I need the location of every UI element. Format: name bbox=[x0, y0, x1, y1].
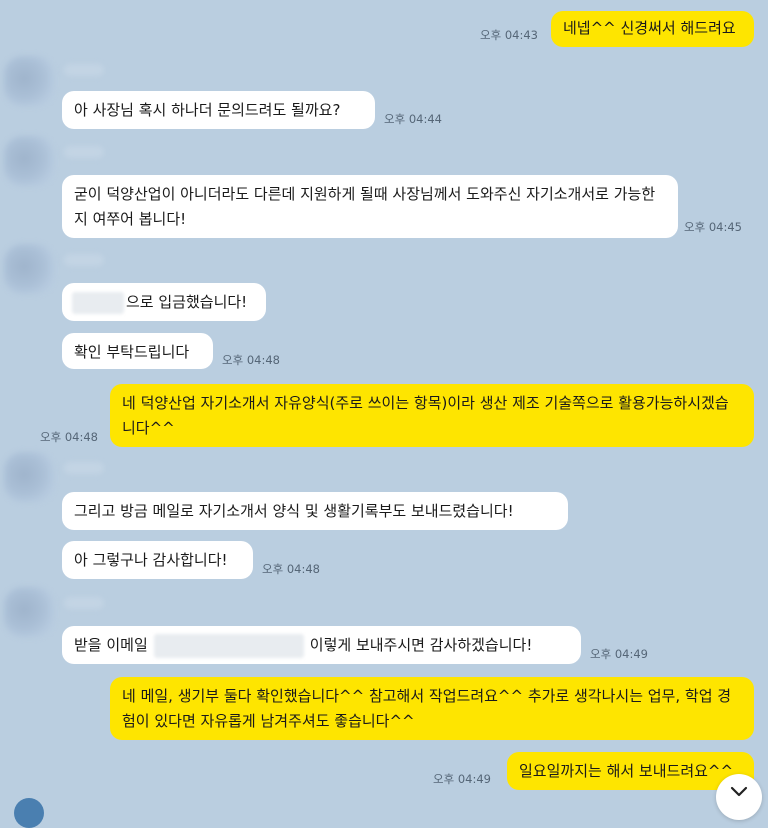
message-bubble-incoming[interactable]: 아 사장님 혹시 하나더 문의드려도 될까요? bbox=[62, 91, 375, 129]
message-text: 일요일까지는 해서 보내드려요^^ bbox=[519, 762, 734, 780]
sender-name bbox=[64, 64, 104, 76]
message-bubble-outgoing[interactable]: 네 메일, 생기부 둘다 확인했습니다^^ 참고해서 작업드려요^^ 추가로 생… bbox=[110, 677, 754, 740]
message-text: 이렇게 보내주시면 감사하겠습니다! bbox=[309, 636, 533, 654]
message-text: 네 덕양산업 자기소개서 자유양식(주로 쓰이는 항목)이라 생산 제조 기술쪽… bbox=[122, 394, 729, 437]
message-time: 오후 04:44 bbox=[384, 112, 442, 126]
message-text: 아 사장님 혹시 하나더 문의드려도 될까요? bbox=[74, 101, 341, 119]
avatar[interactable] bbox=[4, 244, 54, 294]
message-time: 오후 04:49 bbox=[433, 772, 491, 786]
message-bubble-incoming[interactable]: 아 그렇구나 감사합니다! bbox=[62, 541, 253, 579]
message-bubble-incoming[interactable]: 으로 입금했습니다! bbox=[62, 283, 266, 321]
avatar[interactable] bbox=[4, 587, 54, 637]
message-text: 굳이 덕양산업이 아니더라도 다른데 지원하게 될때 사장님께서 도와주신 자기… bbox=[74, 185, 656, 228]
sender-name bbox=[64, 462, 104, 474]
redacted-email bbox=[153, 633, 304, 658]
avatar[interactable] bbox=[4, 56, 54, 106]
sender-name bbox=[64, 597, 104, 609]
sender-name bbox=[64, 146, 104, 158]
message-bubble-incoming[interactable]: 그리고 방금 메일로 자기소개서 양식 및 생활기록부도 보내드렸습니다! bbox=[62, 492, 568, 530]
avatar[interactable] bbox=[14, 798, 44, 828]
message-text: 네 메일, 생기부 둘다 확인했습니다^^ 참고해서 작업드려요^^ 추가로 생… bbox=[122, 687, 732, 730]
message-time: 오후 04:48 bbox=[40, 430, 98, 444]
message-text: 확인 부탁드립니다 bbox=[74, 343, 190, 361]
message-text: 네넵^^ 신경써서 해드려요 bbox=[563, 19, 736, 37]
avatar[interactable] bbox=[4, 136, 54, 186]
message-bubble-outgoing[interactable]: 네 덕양산업 자기소개서 자유양식(주로 쓰이는 항목)이라 생산 제조 기술쪽… bbox=[110, 384, 754, 447]
message-bubble-incoming[interactable]: 받을 이메일 이렇게 보내주시면 감사하겠습니다! bbox=[62, 626, 581, 664]
sender-name bbox=[64, 254, 104, 266]
message-time: 오후 04:49 bbox=[590, 647, 648, 661]
redacted-text bbox=[72, 291, 124, 314]
message-time: 오후 04:43 bbox=[480, 28, 538, 42]
message-text: 받을 이메일 bbox=[74, 636, 148, 654]
message-text: 아 그렇구나 감사합니다! bbox=[74, 551, 228, 569]
message-text: 그리고 방금 메일로 자기소개서 양식 및 생활기록부도 보내드렸습니다! bbox=[74, 502, 514, 520]
chat-area: 오후 04:43 네넵^^ 신경써서 해드려요 아 사장님 혹시 하나더 문의드… bbox=[0, 0, 768, 828]
message-bubble-outgoing[interactable]: 일요일까지는 해서 보내드려요^^ bbox=[507, 752, 754, 790]
message-time: 오후 04:48 bbox=[222, 353, 280, 367]
message-bubble-incoming[interactable]: 확인 부탁드립니다 bbox=[62, 333, 213, 369]
avatar[interactable] bbox=[4, 452, 54, 502]
message-text: 으로 입금했습니다! bbox=[126, 293, 248, 311]
message-bubble-incoming[interactable]: 굳이 덕양산업이 아니더라도 다른데 지원하게 될때 사장님께서 도와주신 자기… bbox=[62, 175, 678, 238]
message-bubble-outgoing[interactable]: 네넵^^ 신경써서 해드려요 bbox=[551, 11, 754, 47]
message-time: 오후 04:45 bbox=[684, 220, 742, 234]
chevron-down-icon bbox=[730, 786, 748, 797]
message-time: 오후 04:48 bbox=[262, 562, 320, 576]
scroll-to-bottom-button[interactable] bbox=[716, 774, 762, 820]
